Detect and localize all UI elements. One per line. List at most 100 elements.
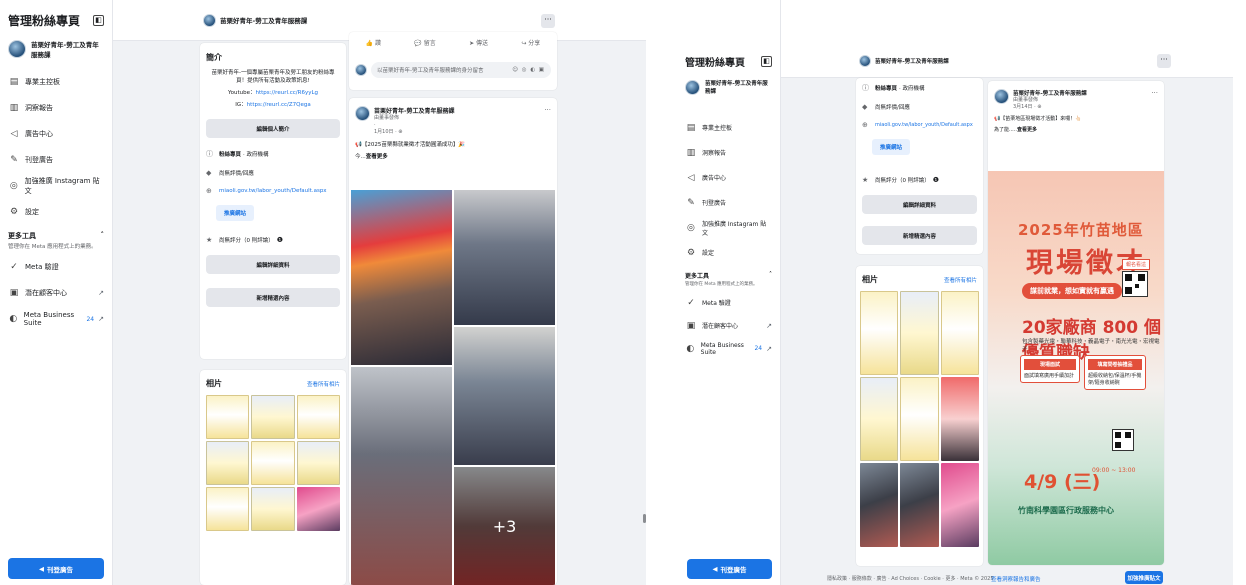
post-more-icon[interactable]: ··· xyxy=(1151,89,1158,97)
info-circle-icon[interactable]: ❶ xyxy=(277,236,283,244)
sidebar-item-settings[interactable]: ⚙ 設定 xyxy=(677,240,780,265)
poster-date: 4/9 (三) xyxy=(1024,471,1101,493)
edit-details-button[interactable]: 編輯詳細資料 xyxy=(862,195,977,214)
sidebar-item-instagram[interactable]: ◎ 加強推廣 Instagram 貼文 xyxy=(677,215,780,240)
edit-details-button[interactable]: 編輯詳細資料 xyxy=(206,255,340,274)
sidebar-page[interactable]: 苗栗好青年-勞工及青年服務課 xyxy=(0,35,112,69)
sidebar-item-insights[interactable]: ▥ 洞察報告 xyxy=(677,140,780,165)
scrollbar[interactable] xyxy=(643,514,646,523)
photo-thumbnail[interactable] xyxy=(206,441,250,485)
intro-youtube: Youtube：https://reurl.cc/R6yyLg xyxy=(200,87,346,99)
photo-thumbnail[interactable] xyxy=(940,291,979,375)
photo-thumbnail[interactable] xyxy=(900,291,939,375)
photo-thumbnail[interactable] xyxy=(251,441,295,485)
photo-thumbnail[interactable] xyxy=(296,441,340,485)
footer-legal[interactable]: 隱私政策 · 服務條款 · 廣告 · Ad Choices · Cookie ·… xyxy=(827,575,994,582)
sidebar-item-leads[interactable]: ▣ 潛在顧客中心 ↗ xyxy=(0,280,112,306)
post-date[interactable]: 1月10日 · ⊕ xyxy=(374,129,455,136)
youtube-link[interactable]: https://reurl.cc/R6yyLg xyxy=(255,90,318,96)
info-circle-icon[interactable]: ❶ xyxy=(933,176,939,184)
website-link[interactable]: miaoli.gov.tw/labor_youth/Default.aspx xyxy=(875,122,973,128)
post-author[interactable]: 苗栗好青年-勞工及青年服務課 xyxy=(374,106,455,115)
boost-post-button[interactable]: 加強推廣貼文 xyxy=(1125,571,1163,584)
photo-thumbnail[interactable] xyxy=(900,377,939,461)
sidebar-item-meta-verified[interactable]: ✓ Meta 驗證 xyxy=(677,291,780,314)
job-fair-poster[interactable]: 2025年竹苗地區 現場徵才 報名看這 謀前就業，想如實就有贏遇 20家廠商 8… xyxy=(988,171,1164,565)
photo-thumbnail[interactable] xyxy=(940,463,979,547)
more-options-button[interactable]: ··· xyxy=(1157,54,1171,68)
edit-intro-button[interactable]: 編輯個人簡介 xyxy=(206,119,340,138)
photo-thumbnail[interactable] xyxy=(900,463,939,547)
post-photo[interactable]: +3 xyxy=(454,467,555,585)
share-button[interactable]: ↪ 分享 xyxy=(521,38,540,47)
emoji-icons[interactable]: ☺ ◎ ◐ ▣ xyxy=(512,67,545,73)
sidebar-item-insights[interactable]: ▥ 洞察報告 xyxy=(0,95,112,121)
comment-input[interactable]: 以苗栗好青年-勞工及青年服務課的身分留言 ☺ ◎ ◐ ▣ xyxy=(371,62,551,78)
photo-thumbnail[interactable] xyxy=(206,395,250,439)
post-photo[interactable] xyxy=(454,327,555,465)
sidebar-item-label: 專業主控板 xyxy=(702,125,733,132)
sidebar-item-meta-verified[interactable]: ✓ Meta 驗證 xyxy=(0,254,112,280)
send-button[interactable]: ➤ 傳送 xyxy=(469,38,488,47)
photos-card: 相片 查看所有相片 xyxy=(856,266,983,566)
gear-icon: ⚙ xyxy=(686,247,696,258)
post-date[interactable]: 3月14日 · ⊕ xyxy=(1013,104,1087,111)
photo-thumbnail[interactable] xyxy=(296,487,340,531)
sidebar-item-business-suite[interactable]: ◐ Meta Business Suite 24 ↗ xyxy=(677,337,780,360)
photo-thumbnail[interactable] xyxy=(860,291,899,375)
poster-box2-title: 填寫問卷抽禮品 xyxy=(1088,359,1142,370)
post-photo[interactable] xyxy=(454,190,555,325)
see-insights-link[interactable]: 查看洞察報告和廣告 xyxy=(991,575,1041,583)
promote-button[interactable]: ◀ 刊登廣告 xyxy=(8,558,104,579)
sidebar-item-create-ad[interactable]: ✎ 刊登廣告 xyxy=(0,147,112,173)
collapse-icon[interactable]: ◧ xyxy=(761,56,772,67)
sidebar-item-dashboard[interactable]: ▤ 專業主控板 xyxy=(677,115,780,140)
promote-website-button[interactable]: 推廣網站 xyxy=(216,205,255,221)
more-tools-header[interactable]: 更多工具 ˄ xyxy=(0,225,112,241)
ig-link[interactable]: https://reurl.cc/Z7Qega xyxy=(247,102,311,108)
add-featured-button[interactable]: 新增精選內容 xyxy=(206,288,340,307)
topbar-page-name[interactable]: 苗栗好青年-勞工及青年服務課 xyxy=(220,15,307,25)
topbar-avatar[interactable] xyxy=(859,54,871,67)
post-author-avatar[interactable] xyxy=(355,106,370,121)
add-featured-button[interactable]: 新增精選內容 xyxy=(862,226,977,245)
topbar-avatar[interactable] xyxy=(203,13,216,27)
see-all-photos-link[interactable]: 查看所有相片 xyxy=(944,276,977,284)
post-photo[interactable] xyxy=(351,367,452,585)
see-more-link[interactable]: 查看更多 xyxy=(366,154,388,160)
photo-thumbnail[interactable] xyxy=(206,487,250,531)
more-options-button[interactable]: ··· xyxy=(541,14,555,28)
see-more-link[interactable]: 查看更多 xyxy=(1017,127,1037,133)
photo-thumbnail[interactable] xyxy=(296,395,340,439)
more-tools-title: 更多工具 xyxy=(685,273,710,280)
sidebar-item-instagram[interactable]: ◎ 加強推廣 Instagram 貼文 xyxy=(0,173,112,199)
post-more-icon[interactable]: ··· xyxy=(544,106,551,114)
post-author-avatar[interactable] xyxy=(994,89,1009,104)
more-tools-header[interactable]: 更多工具 ˄ xyxy=(677,265,780,280)
photo-thumbnail[interactable] xyxy=(860,463,899,547)
sidebar-item-ad-center[interactable]: ◁ 廣告中心 xyxy=(0,121,112,147)
leads-icon: ▣ xyxy=(9,288,19,298)
promote-website-button[interactable]: 推廣網站 xyxy=(872,139,911,155)
sidebar-item-leads[interactable]: ▣ 潛在顧客中心 ↗ xyxy=(677,314,780,337)
photo-thumbnail[interactable] xyxy=(940,377,979,461)
sidebar-item-settings[interactable]: ⚙ 設定 xyxy=(0,199,112,225)
post-author[interactable]: 苗栗好青年-勞工及青年服務課 xyxy=(1013,89,1087,97)
sidebar-item-create-ad[interactable]: ✎ 刊登廣告 xyxy=(677,190,780,215)
photo-thumbnail[interactable] xyxy=(251,395,295,439)
photo-thumbnail[interactable] xyxy=(860,377,899,461)
topbar-page-name[interactable]: 苗栗好青年-勞工及青年服務課 xyxy=(875,57,949,65)
like-button[interactable]: 👍 讚 xyxy=(366,38,381,47)
collapse-icon[interactable]: ◧ xyxy=(93,15,104,26)
promote-button[interactable]: ◀ 刊登廣告 xyxy=(687,559,772,579)
sidebar-item-dashboard[interactable]: ▤ 專業主控板 xyxy=(0,69,112,95)
see-all-photos-link[interactable]: 查看所有相片 xyxy=(307,380,340,388)
sidebar-item-ad-center[interactable]: ◁ 廣告中心 xyxy=(677,165,780,190)
comment-button[interactable]: 💬 留言 xyxy=(414,38,435,47)
sidebar-page[interactable]: 苗栗好青年-勞工及青年服務課 xyxy=(677,75,780,105)
website-link[interactable]: miaoli.gov.tw/labor_youth/Default.aspx xyxy=(219,188,327,194)
post-photo[interactable] xyxy=(351,190,452,365)
poster-box-interview: 現場面試 面試填寫廣用手續加計 xyxy=(1020,355,1080,383)
sidebar-item-business-suite[interactable]: ◐ Meta Business Suite 24 ↗ xyxy=(0,306,112,332)
photo-thumbnail[interactable] xyxy=(251,487,295,531)
